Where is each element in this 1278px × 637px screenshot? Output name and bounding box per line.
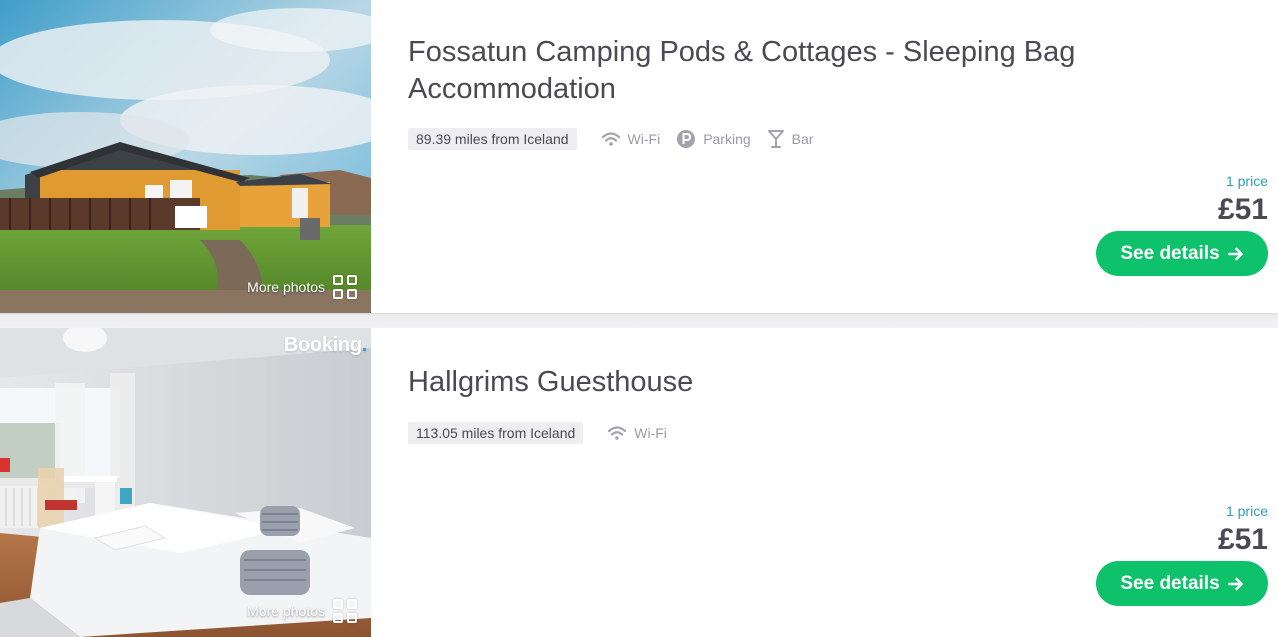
- distance-badge: 113.05 miles from Iceland: [408, 422, 584, 444]
- more-photos-button[interactable]: More photos: [247, 275, 357, 299]
- price-box: 1 price £51 See details: [1096, 503, 1268, 606]
- bedroom-photo: [0, 328, 371, 637]
- more-photos-button[interactable]: More photos: [247, 599, 357, 623]
- parking-icon: [677, 130, 696, 148]
- listing-meta: 89.39 miles from Iceland Wi-Fi Parking B…: [408, 128, 829, 150]
- price-value: £51: [1217, 193, 1268, 226]
- price-value: £51: [1217, 523, 1268, 556]
- listing-card[interactable]: Booking. More photos Hallgrims Guesthous…: [0, 328, 1278, 637]
- price-box: 1 price £51 See details: [1096, 173, 1268, 276]
- grid-icon: [333, 599, 357, 623]
- listing-photo[interactable]: Booking. More photos: [0, 328, 371, 637]
- amenity-label: Bar: [791, 131, 814, 147]
- arrow-right-icon: [1227, 247, 1243, 260]
- card-divider: [0, 313, 1278, 328]
- amenity-wifi: Wi-Fi: [601, 131, 661, 147]
- see-details-button[interactable]: See details: [1096, 231, 1268, 276]
- amenity-label: Parking: [703, 131, 751, 147]
- amenity-parking: Parking: [676, 129, 751, 149]
- see-details-button[interactable]: See details: [1096, 561, 1268, 606]
- listing-card[interactable]: More photos Fossatun Camping Pods & Cott…: [0, 0, 1278, 313]
- grid-icon: [333, 275, 357, 299]
- see-details-label: See details: [1120, 572, 1220, 594]
- booking-brand-badge: Booking.: [283, 334, 367, 356]
- distance-badge: 89.39 miles from Iceland: [408, 128, 577, 150]
- price-count[interactable]: 1 price: [1096, 503, 1268, 520]
- listing-title[interactable]: Hallgrims Guesthouse: [408, 364, 1128, 401]
- more-photos-label: More photos: [247, 279, 325, 295]
- arrow-right-icon: [1227, 577, 1243, 590]
- listing-title[interactable]: Fossatun Camping Pods & Cottages - Sleep…: [408, 34, 1128, 108]
- amenity-wifi: Wi-Fi: [607, 425, 667, 441]
- wifi-icon: [608, 426, 627, 440]
- cocktail-icon: [767, 130, 784, 148]
- amenity-bar: Bar: [767, 129, 814, 149]
- wifi-icon: [601, 132, 620, 146]
- amenity-label: Wi-Fi: [627, 131, 661, 147]
- cottage-photo: [0, 0, 371, 313]
- see-details-label: See details: [1120, 242, 1220, 264]
- more-photos-label: More photos: [247, 603, 325, 619]
- listing-photo[interactable]: More photos: [0, 0, 371, 313]
- listing-meta: 113.05 miles from Iceland Wi-Fi: [408, 422, 683, 444]
- amenity-label: Wi-Fi: [634, 425, 667, 441]
- price-count[interactable]: 1 price: [1096, 173, 1268, 190]
